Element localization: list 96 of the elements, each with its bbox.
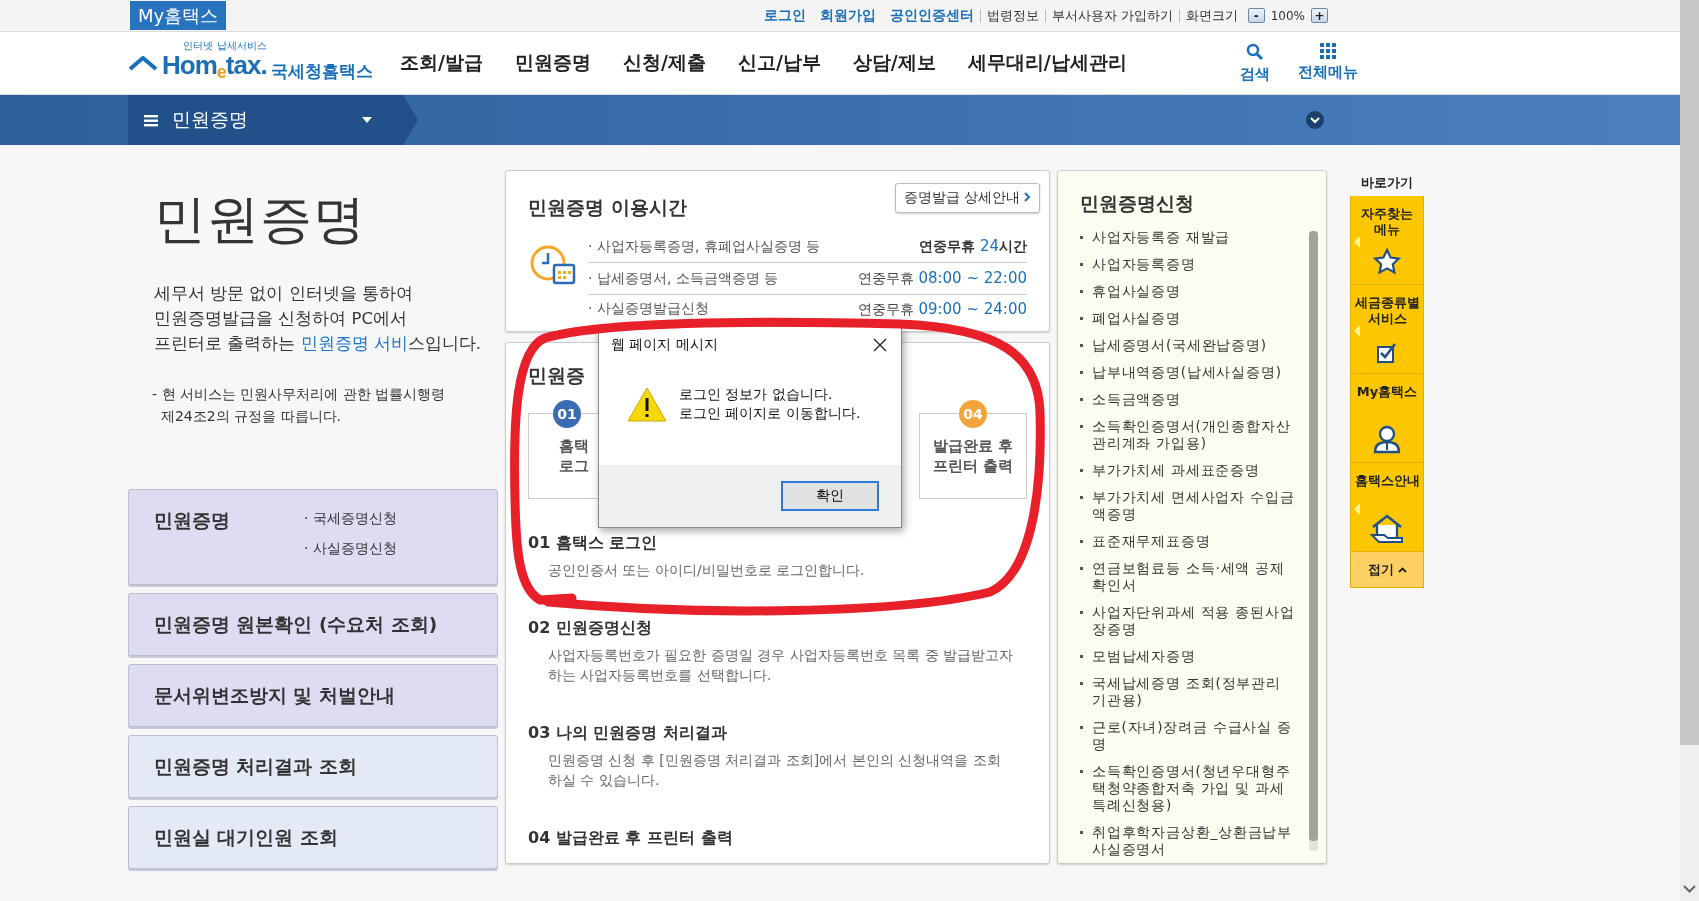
submenu-link[interactable]: · 국세증명신청 [304, 510, 397, 528]
service-hours-label: · 납세증명서, 소득금액증명 등 [588, 269, 779, 288]
menu-card-title: 민원증명 [154, 509, 231, 533]
ok-button[interactable]: 확인 [781, 481, 879, 511]
nav-menu-item[interactable]: 상담/제보 [852, 50, 936, 76]
request-item[interactable]: 납세증명서(국세완납증명) [1080, 337, 1295, 354]
collapse-button[interactable]: 접기 [1350, 552, 1424, 588]
menu-card[interactable]: 민원실 대기인원 조회 [128, 806, 498, 869]
top-link[interactable]: 회원가입 [819, 6, 876, 25]
request-item[interactable]: 폐업사실증명 [1080, 310, 1295, 327]
zoom-out-button[interactable]: - [1247, 8, 1265, 23]
quick-link[interactable]: 홈택스안내 [1350, 463, 1424, 552]
page-scrollbar-thumb[interactable] [1680, 0, 1699, 745]
house-logo-icon [128, 55, 158, 71]
request-item[interactable]: 부가가치세 과세표준증명 [1080, 462, 1295, 479]
chevron-right-icon [1024, 192, 1031, 202]
service-hours-label: · 사실증명발급신청 [588, 300, 709, 318]
page-title: 민원증명 [154, 188, 367, 251]
all-menu-button[interactable]: 전체메뉴 [1298, 42, 1358, 84]
request-item[interactable]: 소득확인증명서(개인종합자산관리계좌 가입용) [1080, 418, 1295, 452]
quick-link[interactable]: My홈택스 [1350, 374, 1424, 463]
zoom-in-button[interactable]: + [1311, 8, 1328, 23]
search-icon [1246, 42, 1264, 61]
panel-title: 민원증명 이용시간 [528, 195, 687, 220]
dialog-title: 웹 페이지 메시지 [611, 336, 718, 354]
menu-card[interactable]: 민원증명 처리결과 조회 [128, 735, 498, 798]
step-title: 01 홈택스 로그인 [528, 533, 659, 554]
menu-card[interactable]: 민원증명 · 국세증명신청 · 사실증명신청 [128, 489, 498, 585]
grid-icon [1320, 42, 1336, 59]
step-card-text: 홈택 로그 [559, 436, 589, 476]
quick-link[interactable]: 세금종류별 서비스 [1350, 285, 1424, 374]
menu-icon [144, 113, 158, 127]
star-icon [1373, 248, 1401, 276]
service-hours-time: 연중무휴 24시간 [919, 237, 1027, 256]
legal-note: - 현 서비스는 민원사무처리에 관한 법률시행령 제24조2의 규정을 따릅니다. [152, 385, 447, 426]
nav-menu-item[interactable]: 세무대리/납세관리 [967, 50, 1127, 76]
nav-menu-item[interactable]: 조회/발급 [400, 50, 483, 76]
logo-tagline: 인터넷 납세서비스 [183, 40, 267, 51]
request-item[interactable]: 취업후학자금상환_상환금납부사실증명서 [1080, 824, 1295, 858]
request-item[interactable]: 소득금액증명 [1080, 391, 1295, 408]
top-link[interactable]: 부서사용자 가입하기 [1044, 9, 1173, 22]
step-description: 공인인증서 또는 아이디/비밀번호로 로그인합니다. [548, 561, 866, 580]
zoom-level: 100% [1270, 8, 1305, 23]
request-item[interactable]: 사업자단위과세 적용 종된사업장증명 [1080, 604, 1295, 638]
top-link[interactable]: 공인인증센터 [889, 6, 974, 25]
request-item[interactable]: 부가가치세 면세사업자 수입금액증명 [1080, 489, 1295, 523]
step-description: 사업자등록번호가 필요한 증명일 경우 사업자등록번호 목록 중 발급받고자 하는 사업자등록번호를 선택합니다. [548, 646, 1015, 685]
quick-links-title: 바로가기 [1360, 174, 1414, 192]
menu-card[interactable]: 민원증명 원본확인 (수요처 조회) [128, 593, 498, 656]
request-item[interactable]: 사업자등록증명 [1080, 256, 1295, 273]
close-icon [873, 338, 887, 352]
panel-title: 민원증 [528, 363, 585, 388]
request-item[interactable]: 휴업사실증명 [1080, 283, 1295, 300]
request-item[interactable]: 연금보험료등 소득·세액 공제확인서 [1080, 560, 1295, 594]
service-hours-time: 연중무휴 08:00 ~ 22:00 [858, 269, 1027, 288]
service-hours-label: · 사업자등록증명, 휴폐업사실증명 등 [588, 237, 821, 256]
warning-icon [627, 386, 667, 422]
nav-menu-item[interactable]: 신고/납부 [737, 50, 821, 76]
request-item[interactable]: 납부내역증명(납세사실증명) [1080, 364, 1295, 381]
top-link[interactable]: 화면크기 [1178, 9, 1238, 22]
nav-menu-item[interactable]: 신청/제출 [622, 50, 706, 76]
intro-paragraph: 세무서 방문 없이 인터넷을 통하여 민원증명발급을 신청하여 PC에서 프린터로 출력하는 민원증명 서비스입니다. [154, 283, 482, 355]
top-link[interactable]: 로그인 [763, 6, 806, 25]
step-title: 04 발급완료 후 프린터 출력 [528, 828, 734, 849]
menu-card[interactable]: 문서위변조방지 및 처벌안내 [128, 664, 498, 727]
panel-title: 민원증명신청 [1080, 191, 1195, 216]
breadcrumb-menu[interactable]: 민원증명 [128, 95, 418, 145]
service-link[interactable]: 민원증명 서비 [300, 334, 408, 353]
request-item[interactable]: 표준재무제표증명 [1080, 533, 1295, 550]
caret-down-icon [362, 117, 372, 123]
search-button[interactable]: 검색 [1240, 42, 1270, 84]
request-item[interactable]: 국세납세증명 조회(정부관리기관용) [1080, 675, 1295, 709]
detail-guide-button[interactable]: 증명발급 상세안내 [894, 183, 1040, 213]
request-item[interactable]: 소득확인증명서(청년우대형주택청약종합저축 가입 및 과세특례신청용) [1080, 763, 1295, 814]
request-item[interactable]: 근로(자녀)장려금 수급사실 증명 [1080, 719, 1295, 753]
my-hometax-tab[interactable]: My홈택스 [130, 1, 227, 30]
step-title: 02 민원증명신청 [528, 618, 653, 639]
person-icon [1372, 424, 1402, 454]
step-number-badge: 04 [959, 400, 987, 428]
dialog-message: 로그인 정보가 없습니다. 로그인 페이지로 이동합니다. [679, 385, 861, 423]
top-link[interactable]: 법령정보 [979, 9, 1039, 22]
caret-up-icon [1397, 566, 1407, 573]
service-hours-time: 연중무휴 09:00 ~ 24:00 [858, 300, 1027, 319]
step-card-text: 발급완료 후 프린터 출력 [932, 436, 1014, 476]
nav-menu-item[interactable]: 민원증명 [514, 50, 591, 76]
submenu-link[interactable]: · 사실증명신청 [304, 540, 397, 558]
quick-link[interactable]: 자주찾는 메뉴 [1350, 196, 1424, 285]
step-number-badge: 01 [553, 400, 581, 428]
step-description: 민원증명 신청 후 [민원증명 처리결과 조회]에서 본인의 신청내역을 조회 하실 수 있습니다. [548, 751, 1002, 790]
step-title: 03 나의 민원증명 처리결과 [528, 723, 728, 744]
chevron-down-circle-icon [1306, 111, 1324, 129]
logo-name: 국세청홈택스 [270, 59, 373, 83]
house-hand-icon [1369, 513, 1405, 543]
request-item[interactable]: 모범납세자증명 [1080, 648, 1295, 665]
logo-wordmark: Hom$_{e}$tax. [162, 50, 267, 84]
request-item[interactable]: 사업자등록증 재발급 [1080, 229, 1295, 246]
